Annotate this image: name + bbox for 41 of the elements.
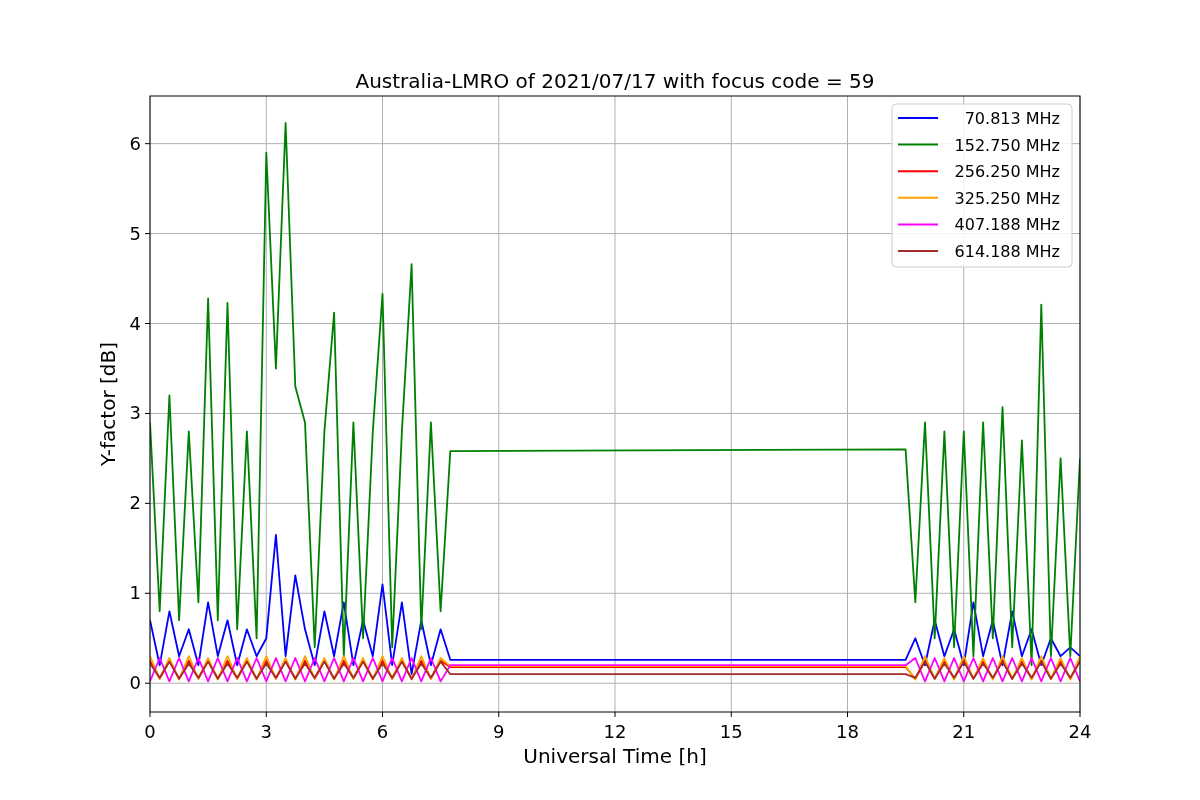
x-tick-label: 0 [144, 721, 156, 742]
tick-mark [963, 711, 965, 718]
tick-mark [144, 682, 151, 684]
x-tick-label: 18 [836, 721, 859, 742]
tick-mark [382, 711, 383, 718]
x-tick-label: 9 [493, 721, 505, 742]
y-tick-label: 0 [129, 672, 141, 694]
legend-label: 256.250 MHz [954, 162, 1060, 182]
x-tick-label: 3 [260, 721, 272, 742]
x-tick-label: 24 [1068, 721, 1092, 742]
legend-label: 325.250 MHz [954, 188, 1060, 208]
tick-mark [265, 711, 267, 718]
x-tick-label: 6 [376, 721, 389, 742]
y-axis-label: Y-factor [dB] [96, 342, 120, 466]
y-tick-label: 1 [129, 582, 141, 604]
tick-mark [149, 711, 151, 718]
x-tick-label: 15 [719, 721, 743, 742]
tick-mark [144, 143, 151, 145]
y-tick-label: 6 [129, 132, 141, 154]
x-tick-label: 21 [952, 721, 976, 742]
tick-mark [144, 592, 151, 594]
legend-label: 614.188 MHz [954, 242, 1060, 261]
tick-mark [847, 711, 848, 718]
tick-mark [144, 412, 151, 414]
y-tick-label: 2 [129, 492, 141, 514]
y-tick-label: 4 [129, 312, 141, 334]
tick-mark [498, 711, 500, 718]
y-tick-label: 3 [129, 402, 141, 424]
y-tick-label: 5 [129, 222, 141, 244]
legend-label: 407.188 MHz [954, 215, 1060, 235]
tick-mark [144, 502, 151, 504]
chart-title: Australia-LMRO of 2021/07/17 with focus code = 59 [355, 69, 875, 93]
legend-label: 70.813 MHz [964, 109, 1060, 128]
tick-mark [730, 711, 732, 718]
x-tick-label: 12 [603, 721, 627, 742]
x-axis-label: Universal Time [h] [523, 744, 707, 768]
tick-mark [144, 233, 151, 235]
tick-mark [144, 323, 151, 324]
tick-mark [1079, 711, 1081, 718]
tick-mark [614, 711, 616, 718]
legend-label: 152.750 MHz [954, 135, 1060, 155]
